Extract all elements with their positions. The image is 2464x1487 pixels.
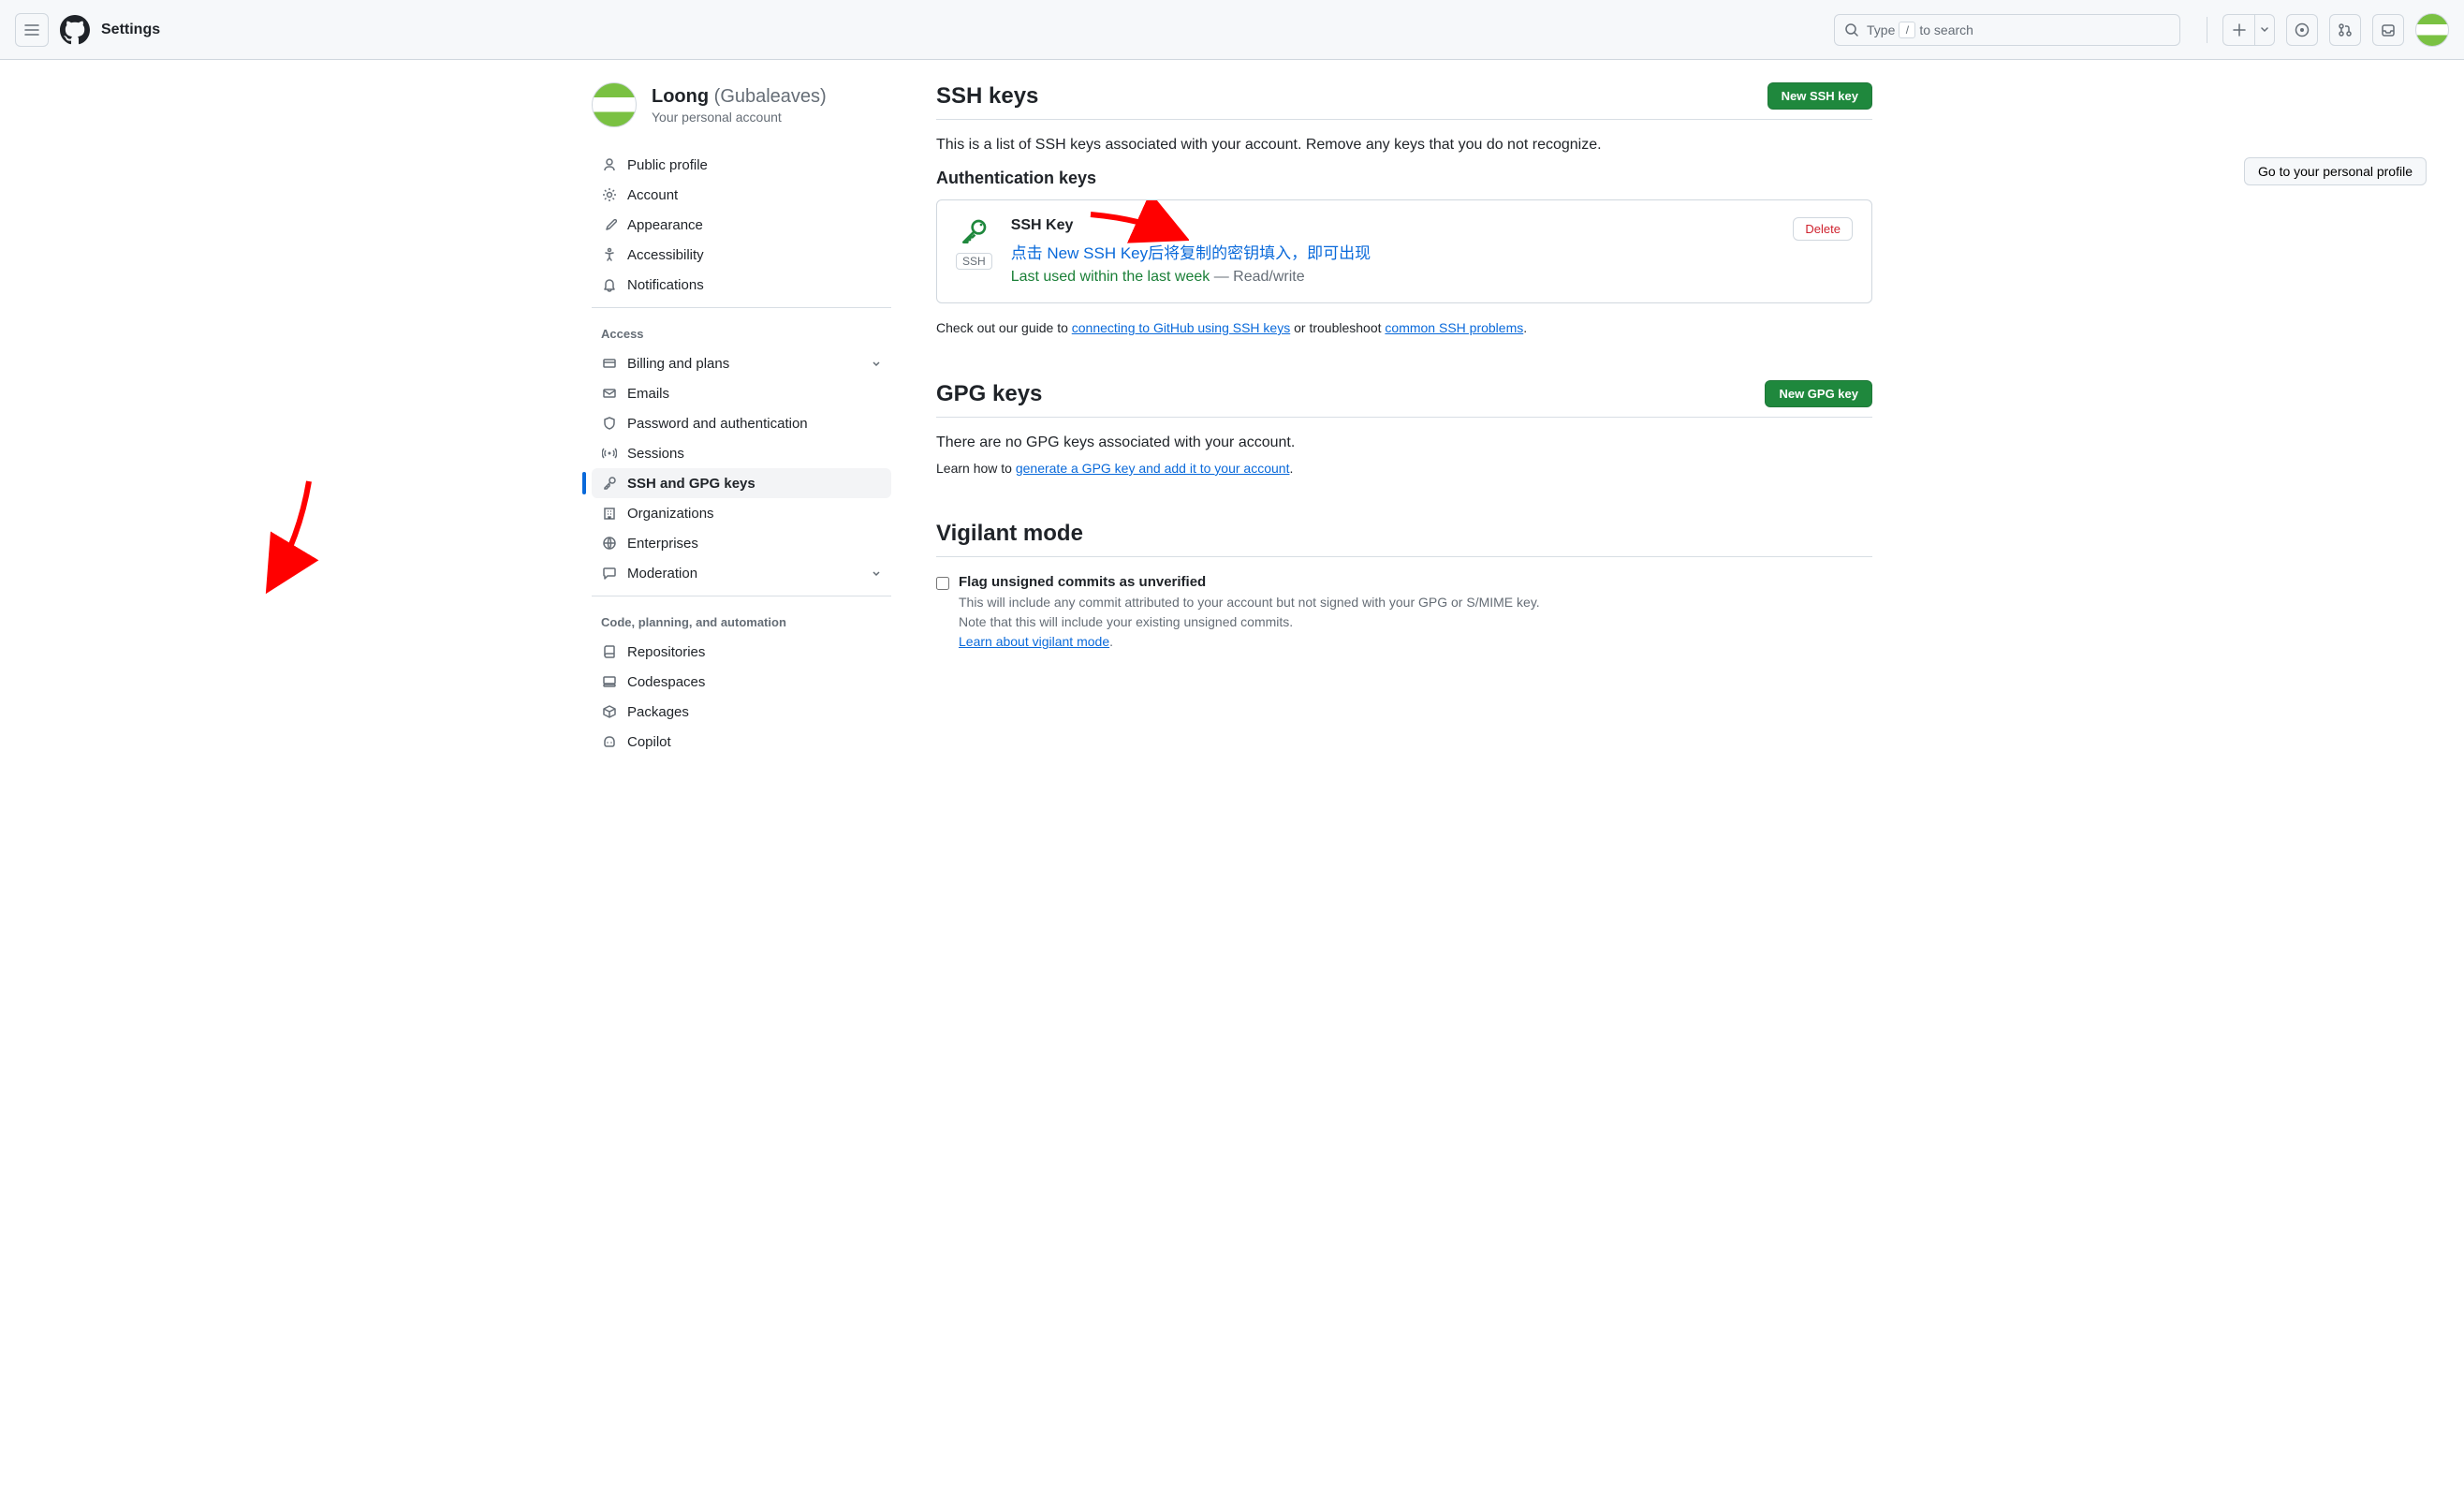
new-gpg-key-button[interactable]: New GPG key: [1765, 380, 1872, 407]
sidebar-item-ssh-gpg[interactable]: SSH and GPG keys: [592, 468, 891, 498]
issue-icon: [2295, 22, 2310, 37]
copilot-icon: [601, 733, 618, 750]
organization-icon: [601, 505, 618, 522]
chevron-down-icon: [871, 567, 882, 579]
inbox-icon: [2381, 22, 2396, 37]
ssh-section-desc: This is a list of SSH keys associated wi…: [936, 137, 1872, 154]
profile-handle: (Gubaleaves): [714, 86, 827, 107]
ssh-guide-text: Check out our guide to connecting to Git…: [936, 320, 1872, 335]
sidebar-item-account[interactable]: Account: [592, 180, 891, 210]
key-icon: [959, 217, 989, 247]
user-avatar[interactable]: [2415, 13, 2449, 47]
sidebar-item-moderation[interactable]: Moderation: [592, 558, 891, 588]
ssh-problems-link[interactable]: common SSH problems: [1385, 320, 1523, 335]
inbox-button[interactable]: [2372, 14, 2404, 46]
profile-subtitle: Your personal account: [652, 110, 827, 125]
gpg-learn-text: Learn how to generate a GPG key and add …: [936, 461, 1872, 476]
create-new-button[interactable]: [2222, 14, 2275, 46]
sidebar-item-notifications[interactable]: Notifications: [592, 270, 891, 300]
vigilant-checkbox[interactable]: [936, 577, 949, 590]
paintbrush-icon: [601, 216, 618, 233]
ssh-guide-link[interactable]: connecting to GitHub using SSH keys: [1072, 320, 1290, 335]
key-icon: [601, 475, 618, 492]
ssh-key-last-used: Last used within the last week: [1011, 269, 1210, 285]
search-input[interactable]: Type / to search: [1834, 14, 2180, 46]
gpg-learn-link[interactable]: generate a GPG key and add it to your ac…: [1016, 461, 1290, 476]
accessibility-icon: [601, 246, 618, 263]
profile-avatar[interactable]: [592, 82, 637, 127]
topbar-title: Settings: [101, 22, 160, 38]
mail-icon: [601, 385, 618, 402]
vigilant-section-title: Vigilant mode: [936, 521, 1083, 547]
repo-icon: [601, 643, 618, 660]
bell-icon: [601, 276, 618, 293]
vigilant-desc-2: Note that this will include your existin…: [959, 614, 1293, 629]
sidebar-item-copilot[interactable]: Copilot: [592, 727, 891, 757]
sidebar-item-codespaces[interactable]: Codespaces: [592, 667, 891, 697]
vigilant-desc-1: This will include any commit attributed …: [959, 595, 1540, 610]
vigilant-learn-link[interactable]: Learn about vigilant mode: [959, 634, 1109, 649]
pull-request-icon: [2338, 22, 2353, 37]
gear-icon: [601, 186, 618, 203]
slash-key-hint: /: [1899, 22, 1915, 38]
sidebar-item-accessibility[interactable]: Accessibility: [592, 240, 891, 270]
profile-header: Loong (Gubaleaves) Your personal account: [592, 82, 891, 127]
sidebar: Loong (Gubaleaves) Your personal account…: [592, 82, 891, 757]
codespaces-icon: [601, 673, 618, 690]
sidebar-item-organizations[interactable]: Organizations: [592, 498, 891, 528]
new-ssh-key-button[interactable]: New SSH key: [1767, 82, 1872, 110]
auth-keys-title: Authentication keys: [936, 169, 1872, 188]
ssh-key-access: — Read/write: [1210, 269, 1304, 285]
sidebar-item-emails[interactable]: Emails: [592, 378, 891, 408]
chevron-down-icon: [871, 358, 882, 369]
delete-ssh-key-button[interactable]: Delete: [1793, 217, 1853, 241]
sidebar-item-public-profile[interactable]: Public profile: [592, 150, 891, 180]
hamburger-icon: [24, 22, 39, 37]
gpg-empty-text: There are no GPG keys associated with yo…: [936, 434, 1872, 451]
sidebar-item-repositories[interactable]: Repositories: [592, 637, 891, 667]
ssh-key-card: SSH SSH Key 点击 New SSH Key后将复制的密钥填入，即可出现…: [936, 199, 1872, 303]
ssh-tag: SSH: [956, 253, 992, 270]
github-logo-icon[interactable]: [60, 15, 90, 45]
main-content: SSH keys New SSH key This is a list of S…: [914, 82, 1872, 757]
sidebar-item-packages[interactable]: Packages: [592, 697, 891, 727]
sidebar-item-billing[interactable]: Billing and plans: [592, 348, 891, 378]
vigilant-label: Flag unsigned commits as unverified: [959, 574, 1540, 590]
comment-icon: [601, 565, 618, 582]
ssh-key-note: 点击 New SSH Key后将复制的密钥填入，即可出现: [1011, 240, 1775, 263]
annotation-arrow-sidebar: [253, 472, 328, 603]
sidebar-item-password[interactable]: Password and authentication: [592, 408, 891, 438]
ssh-section-title: SSH keys: [936, 83, 1038, 110]
sidebar-item-sessions[interactable]: Sessions: [592, 438, 891, 468]
go-to-profile-button[interactable]: Go to your personal profile: [2244, 157, 2427, 185]
plus-icon: [2232, 22, 2247, 37]
menu-button[interactable]: [15, 13, 49, 47]
profile-name: Loong: [652, 86, 709, 107]
caret-down-icon: [2261, 26, 2268, 34]
sidebar-item-appearance[interactable]: Appearance: [592, 210, 891, 240]
topbar: Settings Type / to search: [0, 0, 2464, 60]
credit-card-icon: [601, 355, 618, 372]
pull-requests-button[interactable]: [2329, 14, 2361, 46]
sidebar-item-enterprises[interactable]: Enterprises: [592, 528, 891, 558]
search-icon: [1844, 22, 1859, 37]
person-icon: [601, 156, 618, 173]
gpg-section-title: GPG keys: [936, 381, 1042, 407]
ssh-key-name: SSH Key: [1011, 217, 1775, 234]
sidebar-section-code: Code, planning, and automation: [592, 608, 891, 637]
issues-button[interactable]: [2286, 14, 2318, 46]
shield-lock-icon: [601, 415, 618, 432]
sidebar-section-access: Access: [592, 319, 891, 348]
globe-icon: [601, 535, 618, 552]
broadcast-icon: [601, 445, 618, 462]
package-icon: [601, 703, 618, 720]
